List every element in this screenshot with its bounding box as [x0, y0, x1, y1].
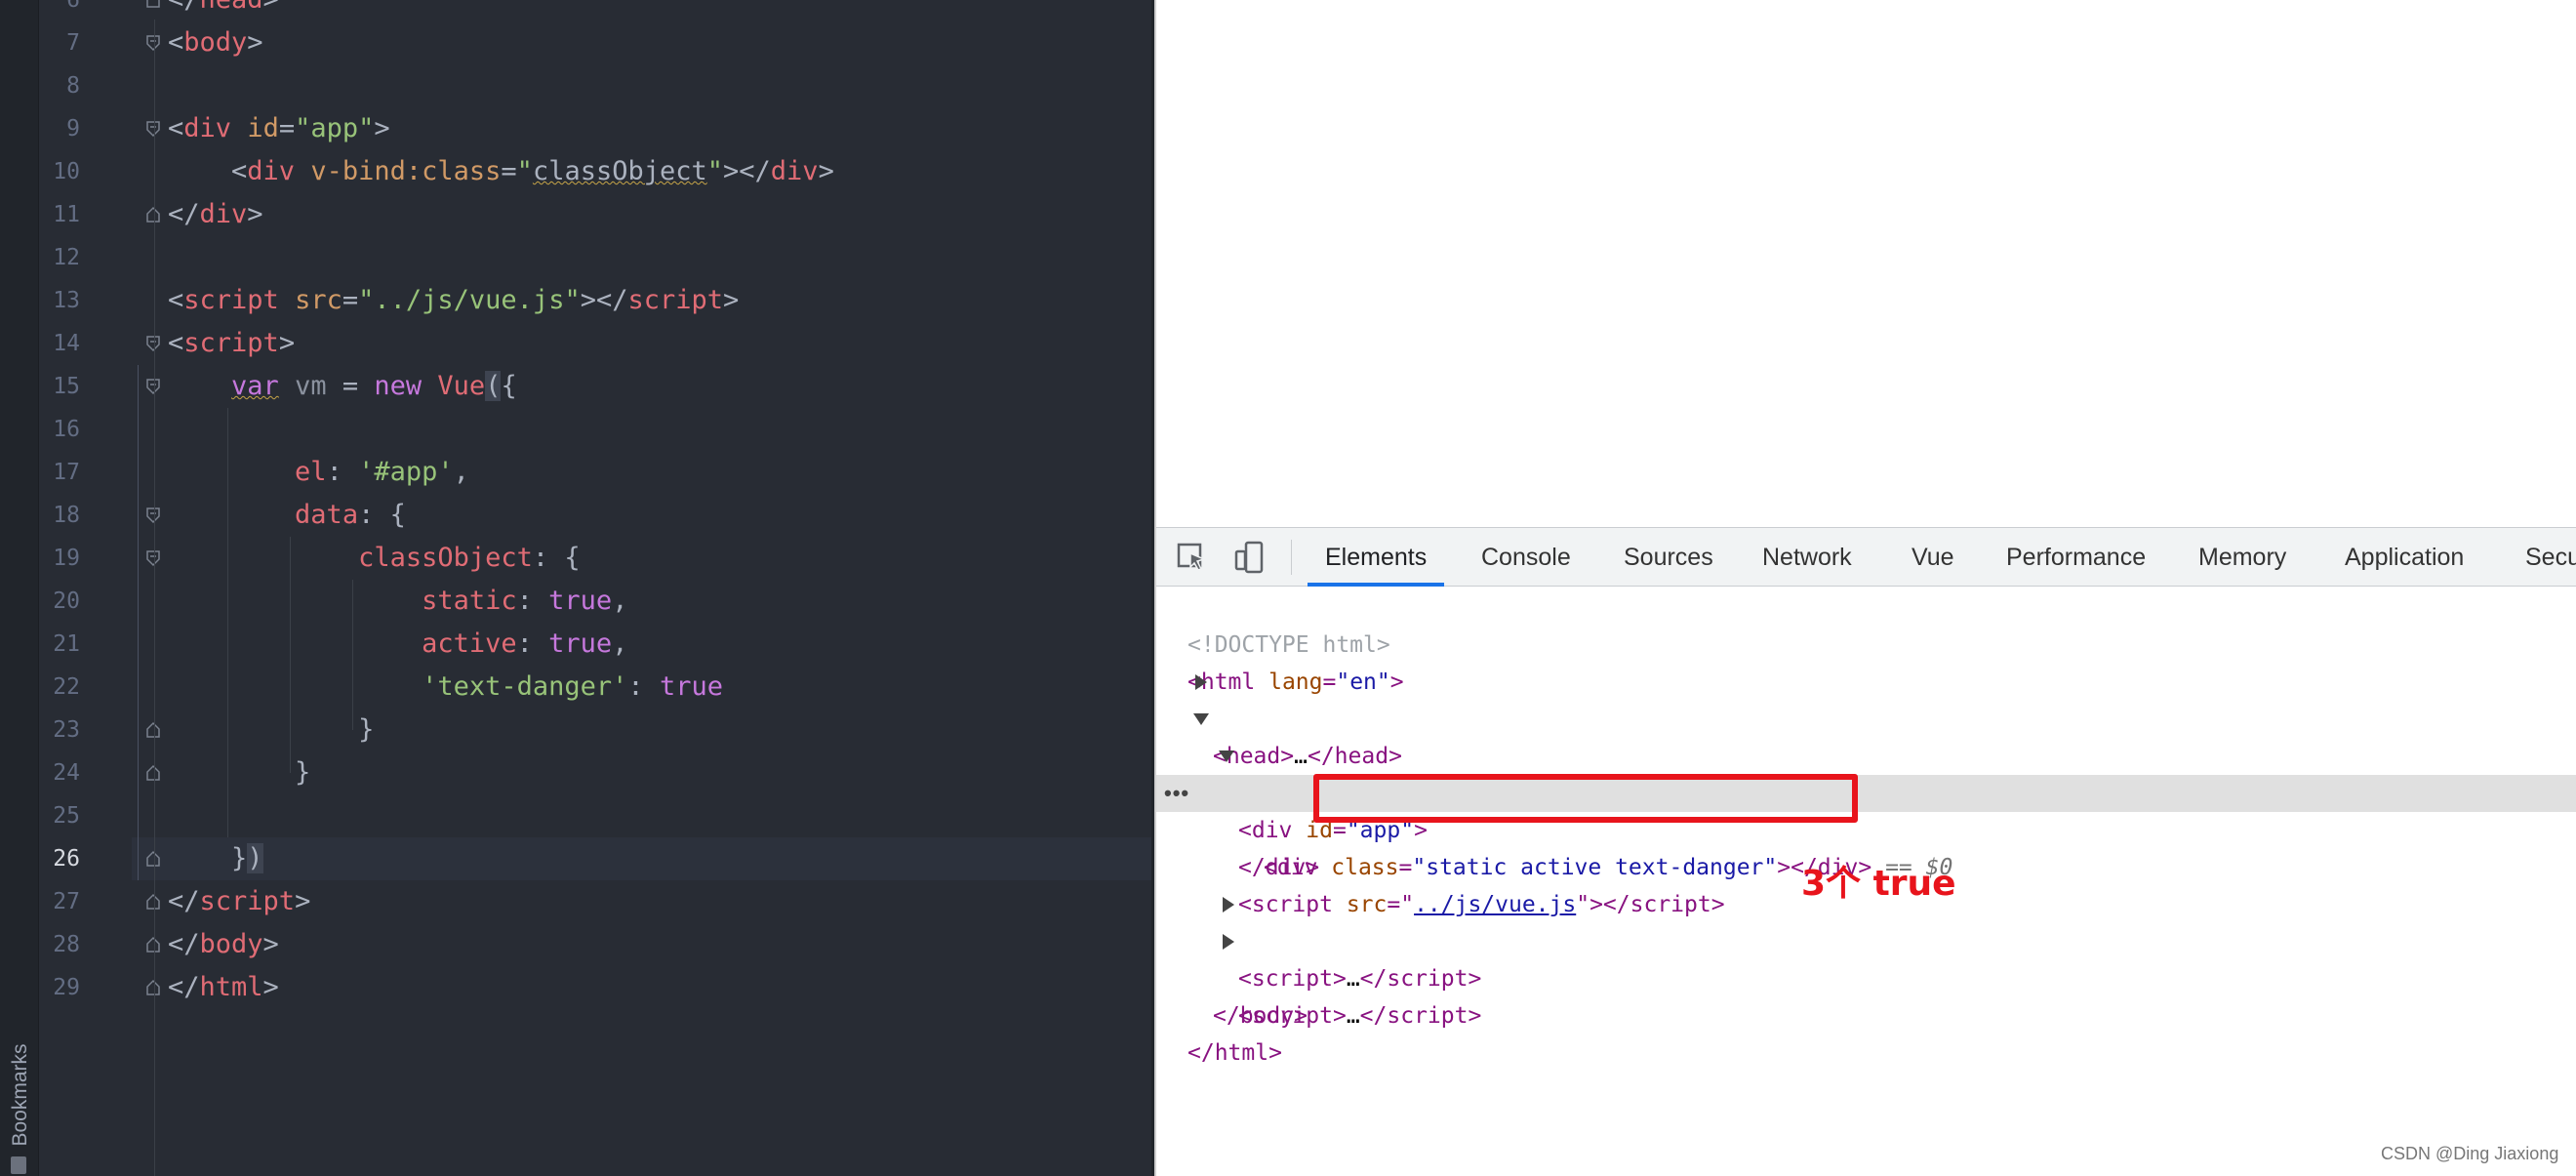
fold-end-icon[interactable]	[144, 0, 162, 9]
tree-row-script-collapsed[interactable]: <script>…</script>	[1156, 923, 2576, 1029]
fold-end-icon[interactable]	[144, 850, 162, 868]
toolbar-separator	[1291, 540, 1292, 575]
fold-end-icon[interactable]	[144, 721, 162, 739]
tree-row-app-div[interactable]: <div id="app">	[1156, 738, 2576, 843]
bookmark-icon	[11, 1156, 26, 1174]
tab-memory[interactable]: Memory	[2198, 528, 2286, 587]
tree-row-doctype[interactable]: <!DOCTYPE html>	[1156, 589, 2576, 658]
tree-row-html-close[interactable]: </html>	[1156, 997, 2576, 1066]
line-number: 19	[53, 546, 80, 571]
line-number: 20	[53, 588, 80, 614]
expand-triangle-icon[interactable]	[1223, 897, 1234, 912]
tree-row-head[interactable]: <head>…</head>	[1156, 664, 2576, 769]
line-number: 6	[66, 0, 80, 13]
line-number: 23	[53, 717, 80, 743]
row-menu-icon[interactable]: •••	[1164, 775, 1189, 812]
fold-start-icon[interactable]	[144, 34, 162, 52]
line-number: 8	[66, 73, 80, 99]
line-number: 7	[66, 30, 80, 56]
line-number: 27	[53, 889, 80, 914]
line-number: 13	[53, 288, 80, 313]
line-number: 25	[53, 803, 80, 829]
line-number: 22	[53, 674, 80, 700]
code-line-15: var vm = new Vue({	[231, 371, 517, 401]
code-line-14: <script>	[168, 328, 296, 358]
line-number: 11	[53, 202, 80, 227]
expand-triangle-icon[interactable]	[1223, 934, 1234, 950]
fold-end-icon[interactable]	[144, 936, 162, 953]
bookmarks-label: Bookmarks	[9, 1043, 31, 1147]
tree-row-html[interactable]: <html lang="en">	[1156, 627, 2576, 695]
device-toolbar-icon[interactable]	[1232, 540, 1268, 575]
code-line-18: data: {	[295, 500, 406, 530]
fold-end-icon[interactable]	[144, 764, 162, 782]
fold-start-icon[interactable]	[144, 378, 162, 395]
fold-end-icon[interactable]	[144, 893, 162, 911]
code-line-24: }	[168, 757, 311, 788]
tab-performance[interactable]: Performance	[2006, 528, 2146, 587]
indent-guide	[138, 365, 139, 880]
line-number: 29	[53, 975, 80, 1000]
indent-guide	[154, 20, 155, 1176]
tab-console[interactable]: Console	[1481, 528, 1571, 587]
tree-row-body-close[interactable]: </body>	[1156, 960, 2576, 1029]
code-line-20: static: true,	[422, 586, 628, 616]
page-viewport[interactable]	[1156, 0, 2576, 527]
code-line-22: 'text-danger': true	[422, 671, 723, 702]
devtools-panel: Elements Console Sources Network Vue Per…	[1156, 527, 2576, 1176]
code-line-13: <script src="../js/vue.js"></script>	[168, 285, 740, 315]
line-number: 18	[53, 503, 80, 528]
fold-start-icon[interactable]	[144, 549, 162, 567]
tree-row-body[interactable]: <body>	[1156, 701, 2576, 806]
fold-end-icon[interactable]	[144, 979, 162, 996]
code-line-11: </div>	[168, 199, 263, 229]
line-number: 12	[53, 245, 80, 270]
fold-start-icon[interactable]	[144, 120, 162, 138]
line-number-current: 26	[53, 846, 80, 872]
inspect-element-icon[interactable]	[1174, 540, 1209, 575]
tab-security[interactable]: Secu	[2525, 528, 2576, 587]
tab-vue[interactable]: Vue	[1912, 528, 1954, 587]
code-line-9: <div id="app">	[168, 113, 390, 143]
ide-tool-strip: Bookmarks	[0, 0, 39, 1176]
tab-sources[interactable]: Sources	[1624, 528, 1713, 587]
fold-start-icon[interactable]	[144, 507, 162, 524]
code-line-7: <body>	[168, 27, 263, 58]
code-line-21: active: true,	[422, 629, 628, 659]
browser-pane: Elements Console Sources Network Vue Per…	[1154, 0, 2576, 1176]
line-number: 28	[53, 932, 80, 957]
tab-network[interactable]: Network	[1762, 528, 1852, 587]
line-number: 17	[53, 460, 80, 485]
collapse-triangle-icon[interactable]	[1219, 750, 1234, 762]
tab-elements[interactable]: Elements	[1308, 528, 1445, 587]
code-line-10: <div v-bind:class="classObject"></div>	[168, 156, 834, 186]
line-number: 16	[53, 417, 80, 442]
code-editor[interactable]: Bookmarks 6 7 8 9 10 11 12 13 14 15 16 1…	[0, 0, 1154, 1176]
line-number: 14	[53, 331, 80, 356]
code-line-17: el: '#app',	[295, 457, 469, 487]
code-line-28: </body>	[168, 929, 279, 959]
code-line-29: </html>	[168, 972, 279, 1002]
line-number: 21	[53, 631, 80, 657]
devtools-toolbar: Elements Console Sources Network Vue Per…	[1156, 528, 2576, 587]
annotation-text: 3个 true	[1801, 864, 1956, 904]
code-line-6: </head>	[168, 0, 279, 21]
expand-triangle-icon[interactable]	[1195, 674, 1207, 690]
line-number: 10	[53, 159, 80, 184]
watermark: CSDN @Ding Jiaxiong	[2381, 1144, 2559, 1163]
fold-start-icon[interactable]	[144, 335, 162, 352]
bookmarks-tab[interactable]: Bookmarks	[6, 1025, 33, 1176]
code-line-26: })	[168, 843, 263, 873]
tab-application[interactable]: Application	[2345, 528, 2464, 587]
code-line-19: classObject: {	[358, 543, 581, 573]
code-line-27: </script>	[168, 886, 311, 916]
collapse-triangle-icon[interactable]	[1193, 713, 1209, 725]
line-number: 24	[53, 760, 80, 786]
line-number: 9	[66, 116, 80, 142]
fold-end-icon[interactable]	[144, 206, 162, 223]
red-highlight-box	[1313, 774, 1858, 823]
line-number: 15	[53, 374, 80, 399]
code-line-23: }	[168, 714, 375, 745]
